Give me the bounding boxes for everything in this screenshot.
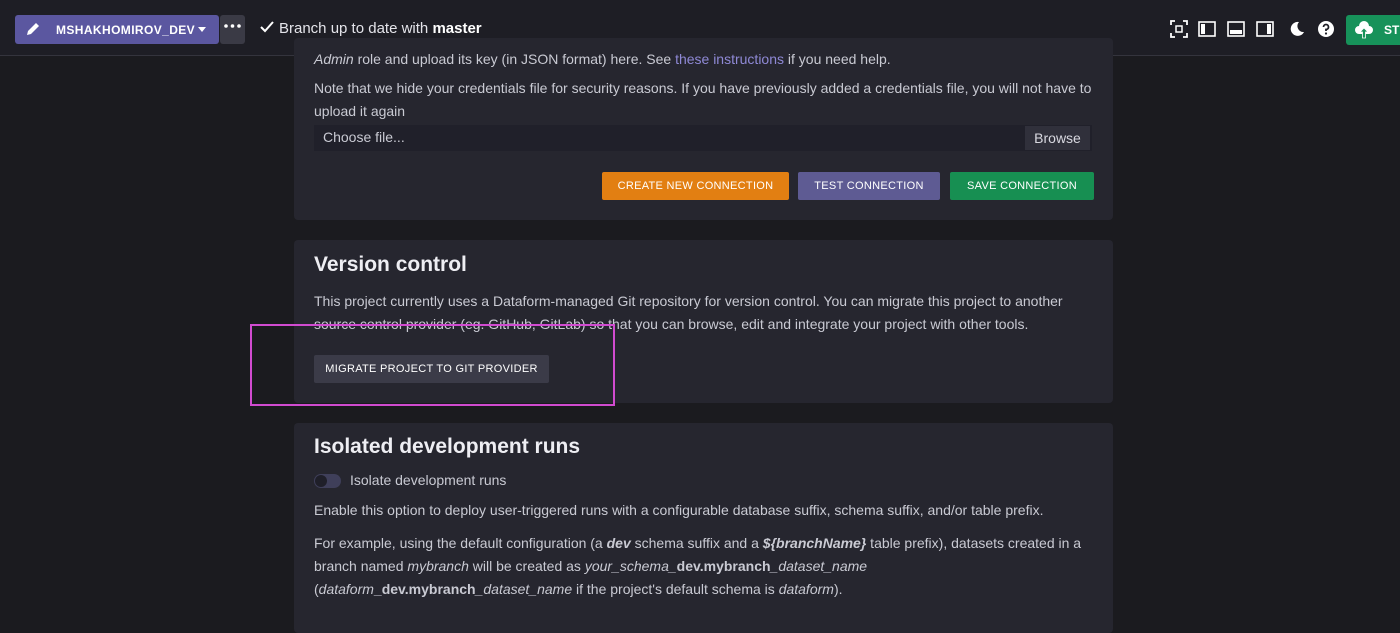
focus-frame-icon[interactable] <box>1170 20 1188 38</box>
pencil-icon <box>27 23 39 35</box>
left-panel-icon[interactable] <box>1198 20 1216 38</box>
save-connection-button[interactable]: SAVE CONNECTION <box>950 172 1094 200</box>
cloud-upload-icon <box>1355 21 1373 39</box>
more-options-button[interactable] <box>220 15 245 44</box>
credentials-note: Note that we hide your credentials file … <box>314 80 1092 119</box>
file-placeholder: Choose file... <box>323 129 405 145</box>
ex-text: ). <box>833 581 843 597</box>
browse-button[interactable]: Browse <box>1025 126 1090 150</box>
status-text: Branch up to date with <box>279 20 433 37</box>
ex-text: will be created as <box>468 558 585 574</box>
ex-dataform: dataform <box>318 581 374 597</box>
branch-name: MSHAKHOMIROV_DEV <box>56 23 196 37</box>
ex-dataset: _dataset_name <box>770 558 868 574</box>
dark-mode-moon-icon[interactable] <box>1288 20 1306 38</box>
check-icon <box>260 21 274 33</box>
isolate-runs-label: Isolate development runs <box>350 472 507 488</box>
test-connection-button[interactable]: TEST CONNECTION <box>798 172 940 200</box>
isolated-runs-description: Enable this option to deploy user-trigge… <box>314 502 1044 518</box>
toggle-knob <box>315 475 327 487</box>
ex-text: schema suffix and a <box>630 535 763 551</box>
instructions-text: role and upload its key (in JSON format)… <box>353 51 676 67</box>
right-panel-icon[interactable] <box>1256 20 1274 38</box>
chevron-down-icon <box>198 27 206 32</box>
isolated-runs-card: Isolated development runs Isolate develo… <box>294 423 1113 633</box>
isolated-runs-example: For example, using the default configura… <box>314 532 1104 601</box>
ex-text: if the project's default schema is <box>572 581 779 597</box>
bottom-panel-icon[interactable] <box>1227 20 1245 38</box>
start-run-label: ST <box>1384 23 1400 37</box>
ex-dev: dev <box>606 535 631 551</box>
instructions-suffix: if you need help. <box>784 51 891 67</box>
status-branch: master <box>432 20 482 37</box>
ex-schema: your_schema_ <box>584 558 677 574</box>
highlight-box <box>250 324 615 406</box>
ex-dataset: _dataset_name <box>475 581 573 597</box>
create-new-connection-button[interactable]: CREATE NEW CONNECTION <box>602 172 789 200</box>
instructions-link[interactable]: these instructions <box>675 51 784 67</box>
ex-devbranch: _dev.mybranch <box>373 581 476 597</box>
help-icon[interactable] <box>1317 20 1335 38</box>
more-horizontal-icon <box>224 24 241 28</box>
branch-status: Branch up to date with master <box>260 20 482 37</box>
credentials-instructions: Admin role and upload its key (in JSON f… <box>314 48 891 71</box>
ex-prefix: ${branchName} <box>762 535 867 551</box>
ex-text: For example, using the default configura… <box>314 535 607 551</box>
isolated-runs-title: Isolated development runs <box>314 435 581 458</box>
version-control-title: Version control <box>314 253 467 276</box>
ex-dataform: dataform <box>778 581 834 597</box>
credentials-file-input[interactable]: Choose file... Browse <box>314 125 1092 151</box>
branch-selector-button[interactable]: MSHAKHOMIROV_DEV <box>15 15 219 44</box>
start-run-button[interactable]: ST <box>1346 15 1400 45</box>
isolate-runs-toggle[interactable] <box>314 474 341 488</box>
admin-role-text: Admin <box>314 51 354 67</box>
ex-devbranch: dev.mybranch <box>676 558 771 574</box>
credentials-card: Admin role and upload its key (in JSON f… <box>294 38 1113 220</box>
ex-mybranch: mybranch <box>407 558 469 574</box>
